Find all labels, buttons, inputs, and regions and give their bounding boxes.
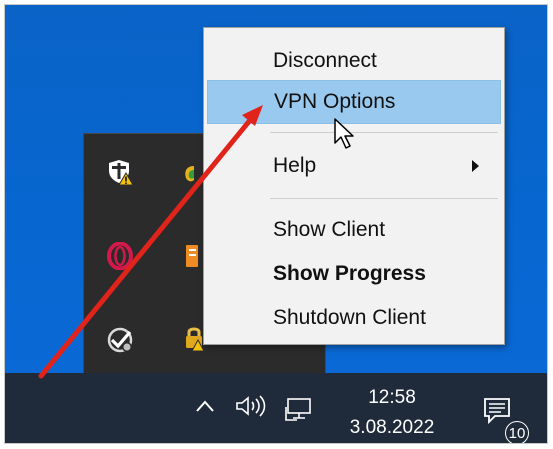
windows-security-warning-icon[interactable] [106, 158, 134, 186]
orange-app-icon[interactable] [184, 242, 198, 270]
lock-warning-icon[interactable] [184, 324, 204, 352]
menu-item-label: Show Client [273, 218, 386, 241]
menu-separator [270, 198, 498, 199]
vpn-client-icon[interactable] [106, 326, 134, 354]
green-app-icon[interactable] [180, 158, 194, 186]
menu-item-shutdown-client[interactable]: Shutdown Client [207, 296, 501, 340]
speaker-icon[interactable] [235, 395, 269, 422]
menu-item-label: Help [273, 154, 317, 177]
notification-count-badge: 10 [505, 421, 529, 443]
opera-icon[interactable] [106, 242, 134, 270]
menu-item-help[interactable]: Help [207, 144, 501, 188]
menu-separator [270, 132, 498, 133]
menu-item-show-progress[interactable]: Show Progress [207, 252, 501, 296]
menu-item-vpn-options[interactable]: VPN Options [207, 80, 501, 124]
taskbar: 12:58 3.08.2022 10 [5, 373, 547, 443]
network-icon[interactable] [285, 397, 315, 426]
submenu-arrow-icon [472, 160, 479, 172]
menu-item-label: Disconnect [273, 49, 377, 72]
menu-item-label: Shutdown Client [273, 306, 426, 329]
desktop-screenshot: Disconnect VPN Options Help Show Client … [4, 4, 548, 444]
menu-item-show-client[interactable]: Show Client [207, 208, 501, 252]
show-hidden-icons-chevron-icon[interactable] [195, 399, 215, 418]
vpn-context-menu: Disconnect VPN Options Help Show Client … [203, 27, 505, 345]
menu-item-label: VPN Options [274, 90, 396, 113]
menu-item-label: Show Progress [273, 262, 426, 285]
menu-item-disconnect[interactable]: Disconnect [207, 39, 501, 83]
clock-time[interactable]: 12:58 [337, 387, 447, 409]
clock-date[interactable]: 3.08.2022 [337, 417, 447, 439]
